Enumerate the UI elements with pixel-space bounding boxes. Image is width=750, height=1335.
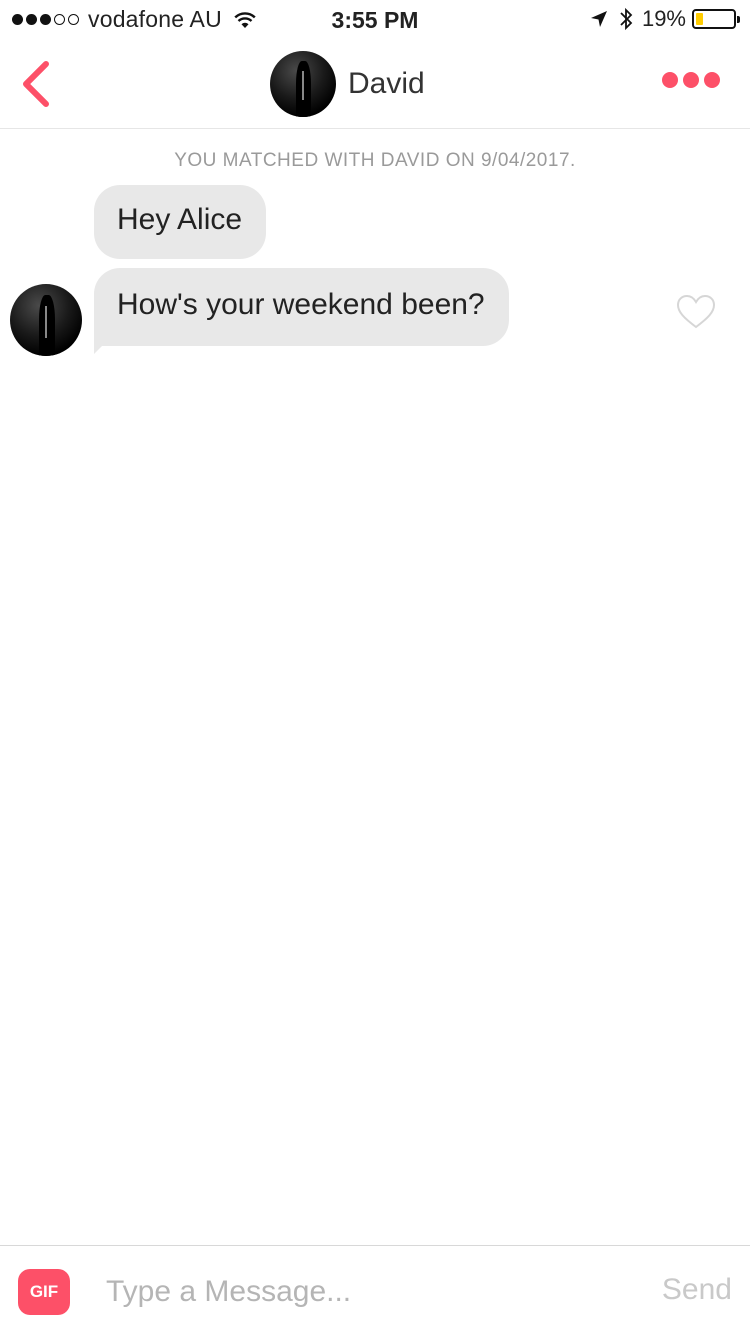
status-bar: vodafone AU 3:55 PM 19% — [0, 0, 750, 40]
send-button[interactable]: Send — [662, 1273, 732, 1307]
match-note: YOU MATCHED WITH DAVID ON 9/04/2017. — [174, 150, 576, 171]
contact-header[interactable]: David — [270, 51, 425, 117]
location-arrow-icon — [590, 11, 607, 27]
nav-bar: David — [0, 40, 750, 129]
battery-percent: 19% — [641, 6, 686, 31]
avatar[interactable] — [10, 284, 82, 356]
gif-button[interactable]: GIF — [18, 1269, 70, 1315]
message-composer: GIF Send — [0, 1245, 750, 1335]
message-text: How's your weekend been? — [117, 288, 485, 321]
more-dot — [704, 72, 720, 88]
ellipsis-icon[interactable] — [657, 72, 720, 88]
message-text: Hey Alice — [117, 203, 243, 236]
message-bubble[interactable]: Hey Alice — [94, 185, 267, 259]
more-dot — [662, 72, 678, 88]
heart-outline-icon[interactable] — [676, 294, 716, 330]
bluetooth-icon — [620, 7, 633, 31]
message-input[interactable] — [106, 1270, 626, 1314]
contact-name[interactable]: David — [348, 67, 425, 101]
battery-icon — [692, 9, 740, 29]
bubble-tail — [94, 340, 108, 354]
status-right: 19% — [590, 6, 740, 32]
battery-cap — [737, 16, 740, 23]
message-bubble[interactable]: How's your weekend been? — [94, 268, 509, 346]
battery-level-fill — [696, 13, 703, 25]
chevron-left-icon[interactable] — [18, 60, 52, 108]
avatar[interactable] — [270, 51, 336, 117]
more-dot — [683, 72, 699, 88]
